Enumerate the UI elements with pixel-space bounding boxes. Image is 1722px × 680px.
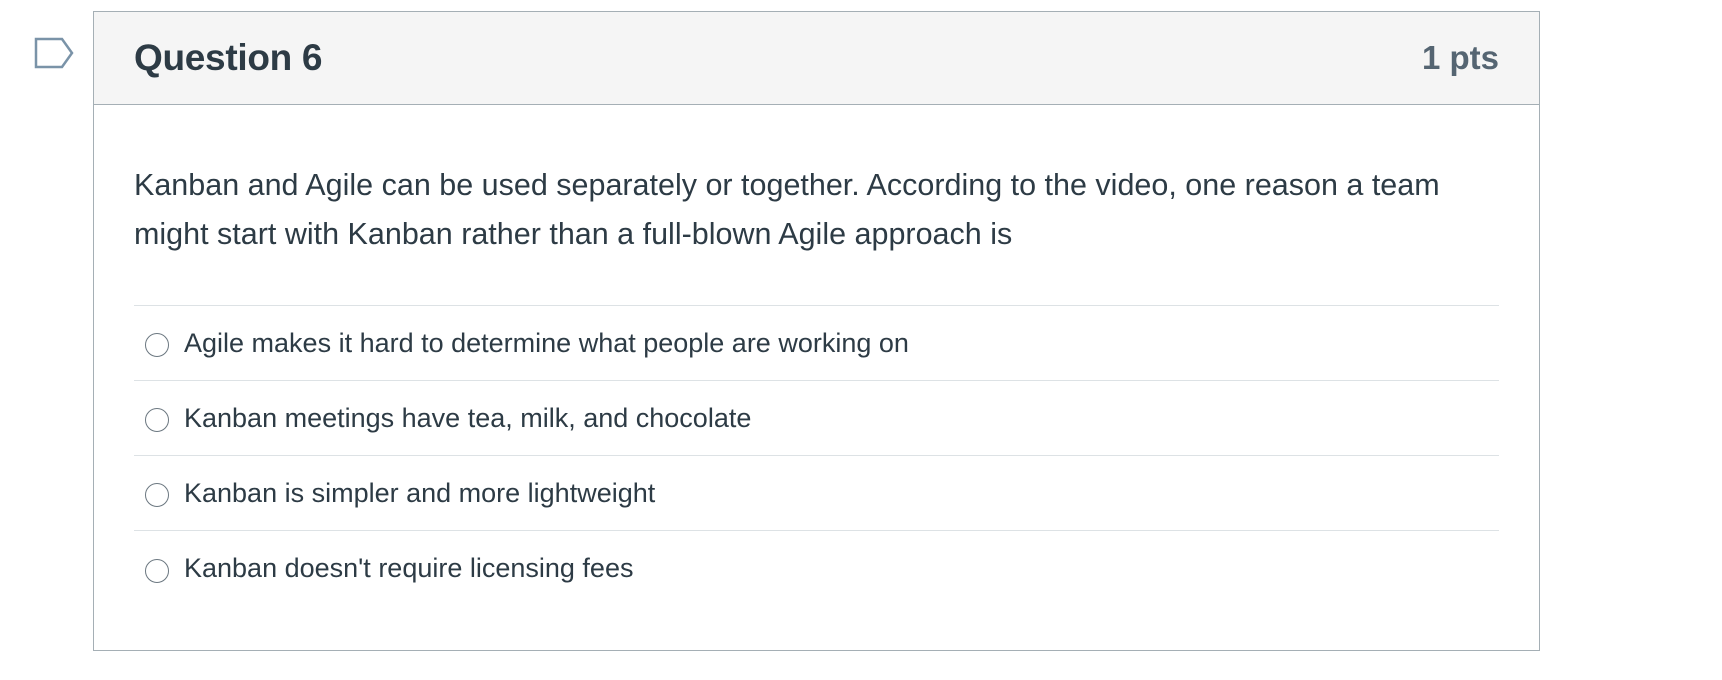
question-card: Question 6 1 pts Kanban and Agile can be… <box>93 11 1540 651</box>
question-text: Kanban and Agile can be used separately … <box>134 168 1440 251</box>
radio-button[interactable] <box>145 483 169 507</box>
radio-button[interactable] <box>145 333 169 357</box>
answer-option[interactable]: Kanban meetings have tea, milk, and choc… <box>134 381 1499 456</box>
flag-question-icon[interactable] <box>34 37 76 73</box>
question-header: Question 6 1 pts <box>94 12 1539 105</box>
answer-list: Agile makes it hard to determine what pe… <box>134 305 1499 606</box>
answer-option[interactable]: Agile makes it hard to determine what pe… <box>134 306 1499 381</box>
answer-label: Agile makes it hard to determine what pe… <box>184 327 909 358</box>
question-title: Question 6 <box>134 37 323 78</box>
radio-button[interactable] <box>145 408 169 432</box>
answer-label: Kanban is simpler and more lightweight <box>184 477 656 508</box>
radio-button[interactable] <box>145 558 169 583</box>
answer-option[interactable]: Kanban doesn't require licensing fees <box>134 531 1499 606</box>
answer-label: Kanban doesn't require licensing fees <box>184 553 634 583</box>
question-body: Kanban and Agile can be used separately … <box>94 105 1539 606</box>
quiz-page: Question 6 1 pts Kanban and Agile can be… <box>0 0 1722 680</box>
question-points: 1 pts <box>1421 39 1499 76</box>
answer-label: Kanban meetings have tea, milk, and choc… <box>184 402 752 433</box>
answer-option[interactable]: Kanban is simpler and more lightweight <box>134 456 1499 531</box>
